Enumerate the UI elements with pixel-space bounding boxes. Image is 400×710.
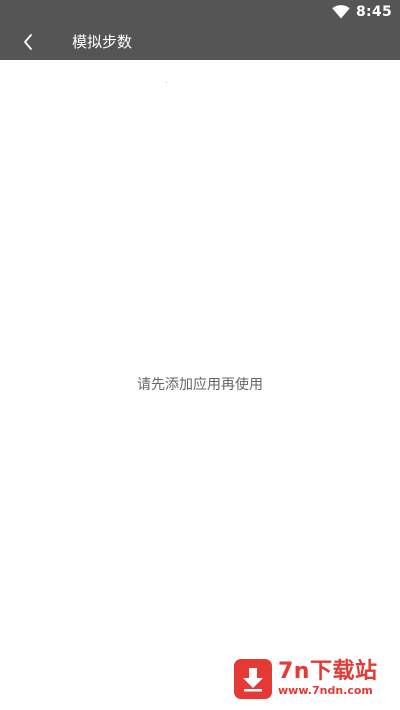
app-bar: 模拟步数 [0, 24, 400, 60]
download-arrow-icon [234, 659, 272, 699]
watermark-name: 7n下载站 [278, 659, 378, 684]
empty-state-message: 请先添加应用再使用 [137, 377, 263, 393]
watermark-text: 7n下载站 www.7ndn.com [278, 660, 377, 698]
status-icons: 8:45 [332, 0, 392, 24]
watermark: 7n下载站 www.7ndn.com [234, 656, 394, 702]
pixel-artifact [166, 82, 167, 83]
status-time: 8:45 [355, 4, 392, 20]
status-bar: 8:45 [0, 0, 400, 24]
app-screen: 8:45 模拟步数 请先添加应用再使用 7n下载站 www.7ndn.com [0, 0, 400, 710]
page-title: 模拟步数 [72, 33, 133, 51]
chevron-left-icon [24, 34, 32, 50]
wifi-icon [332, 5, 350, 19]
watermark-url: www.7ndn.com [278, 684, 373, 697]
back-button[interactable] [12, 26, 44, 58]
